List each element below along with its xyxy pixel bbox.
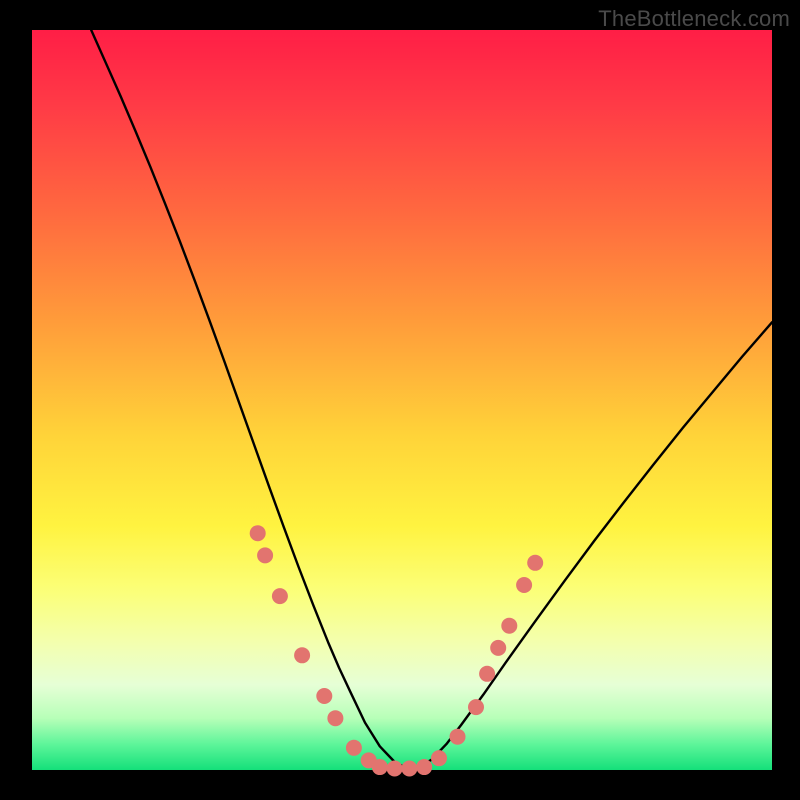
data-marker <box>272 588 288 604</box>
data-marker <box>372 759 388 775</box>
data-marker <box>490 640 506 656</box>
data-marker <box>416 759 432 775</box>
data-marker <box>501 618 517 634</box>
data-marker <box>327 710 343 726</box>
data-marker <box>316 688 332 704</box>
data-marker <box>527 555 543 571</box>
data-marker <box>346 740 362 756</box>
data-marker <box>401 761 417 777</box>
chart-stage: TheBottleneck.com <box>0 0 800 800</box>
data-marker <box>294 647 310 663</box>
data-marker <box>468 699 484 715</box>
data-marker <box>250 525 266 541</box>
data-marker <box>450 729 466 745</box>
data-marker <box>431 750 447 766</box>
plot-background <box>32 30 772 770</box>
data-marker <box>387 761 403 777</box>
data-marker <box>516 577 532 593</box>
data-marker <box>479 666 495 682</box>
data-marker <box>257 547 273 563</box>
chart-svg <box>0 0 800 800</box>
